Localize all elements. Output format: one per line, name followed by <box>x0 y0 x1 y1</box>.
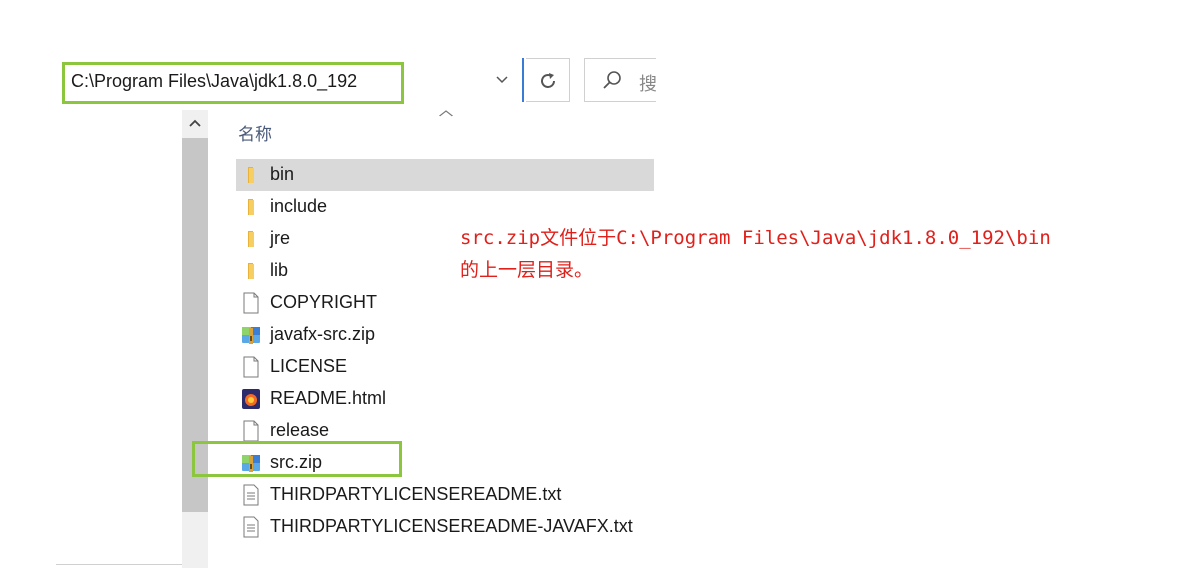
folder-icon <box>240 164 262 186</box>
file-name: COPYRIGHT <box>270 292 378 312</box>
file-icon <box>240 420 262 442</box>
search-box[interactable]: 搜 <box>584 58 656 102</box>
scroll-up-arrow-icon[interactable] <box>182 110 208 136</box>
zip-archive-icon <box>240 324 262 346</box>
file-row[interactable]: COPYRIGHT <box>236 287 654 319</box>
file-name: javafx-src.zip <box>270 324 376 344</box>
file-name: release <box>270 420 330 440</box>
folder-icon <box>240 260 262 282</box>
divider <box>56 564 182 565</box>
address-bar-highlight[interactable]: C:\Program Files\Java\jdk1.8.0_192 <box>62 62 404 104</box>
file-name: THIRDPARTYLICENSEREADME.txt <box>270 484 562 504</box>
html-file-icon <box>240 388 262 410</box>
file-list: bin include jre lib COPYRIGHT javafx-src.zip L… <box>236 159 654 539</box>
folder-icon <box>240 228 262 250</box>
address-path[interactable]: C:\Program Files\Java\jdk1.8.0_192 <box>71 71 357 92</box>
address-focus-divider <box>522 58 524 102</box>
file-row[interactable]: include <box>236 191 654 223</box>
file-name: bin <box>270 164 295 184</box>
file-row[interactable]: bin <box>236 159 654 191</box>
file-row[interactable]: javafx-src.zip <box>236 319 654 351</box>
file-row[interactable]: README.html <box>236 383 654 415</box>
file-name: jre <box>270 228 291 248</box>
folder-icon <box>240 196 262 218</box>
annotation-note: src.zip文件位于C:\Program Files\Java\jdk1.8.… <box>460 222 1180 286</box>
refresh-icon <box>526 59 570 103</box>
column-header-name[interactable]: 名称 <box>238 120 272 145</box>
src-zip-highlight-box <box>192 441 402 477</box>
text-file-icon <box>240 516 262 538</box>
file-name: THIRDPARTYLICENSEREADME-JAVAFX.txt <box>270 516 633 536</box>
chevron-down-icon[interactable] <box>490 68 514 94</box>
sort-ascending-icon <box>438 106 454 120</box>
file-icon <box>240 292 262 314</box>
file-row[interactable]: THIRDPARTYLICENSEREADME-JAVAFX.txt <box>236 511 654 543</box>
refresh-button[interactable] <box>526 58 570 102</box>
file-icon <box>240 356 262 378</box>
annotation-line-1: src.zip文件位于C:\Program Files\Java\jdk1.8.… <box>460 227 1051 249</box>
search-icon <box>603 71 621 89</box>
file-name: LICENSE <box>270 356 348 376</box>
file-row[interactable]: LICENSE <box>236 351 654 383</box>
text-file-icon <box>240 484 262 506</box>
search-input[interactable]: 搜 <box>639 70 656 96</box>
annotation-line-2: 的上一层目录。 <box>460 259 594 281</box>
file-name: lib <box>270 260 289 280</box>
file-row[interactable]: THIRDPARTYLICENSEREADME.txt <box>236 479 654 511</box>
file-name: include <box>270 196 328 216</box>
file-name: README.html <box>270 388 387 408</box>
